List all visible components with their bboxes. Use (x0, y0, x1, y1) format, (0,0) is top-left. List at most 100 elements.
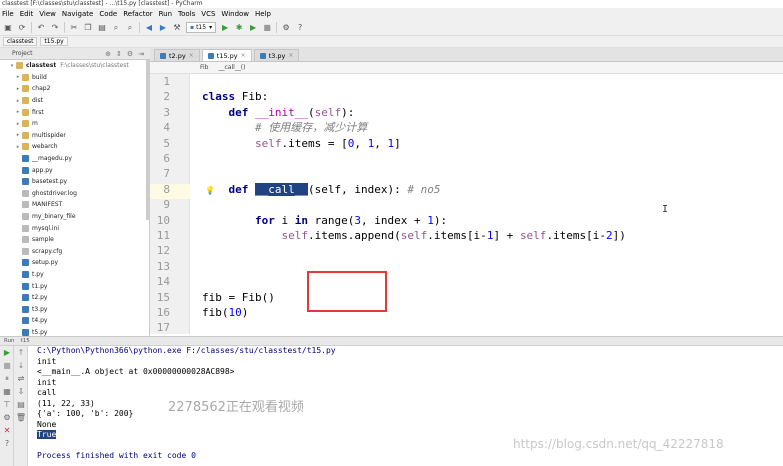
tree-item[interactable]: mysql.ini (0, 222, 149, 234)
menu-view[interactable]: View (39, 10, 56, 18)
back-icon[interactable]: ◀ (144, 23, 154, 33)
replace-icon[interactable]: ⌕ (125, 23, 135, 33)
keyword: for (254, 213, 275, 227)
tree-item[interactable]: app.py (0, 164, 149, 176)
soft-wrap-icon[interactable]: ⇌ (14, 372, 28, 385)
menu-file[interactable]: File (2, 10, 14, 18)
menu-help[interactable]: Help (255, 10, 271, 18)
close-icon[interactable]: ✕ (0, 424, 14, 437)
tree-item-label: t5.py (32, 328, 48, 336)
menu-window[interactable]: Window (221, 10, 249, 18)
project-panel-title[interactable]: Project (12, 50, 33, 57)
tree-item[interactable]: basetest.py (0, 176, 149, 188)
help-icon[interactable]: ? (0, 437, 14, 450)
tree-item[interactable]: t2.py (0, 292, 149, 304)
forward-icon[interactable]: ▶ (158, 23, 168, 33)
tab-t2-py[interactable]: t2.py × (154, 49, 200, 61)
breadcrumb-file[interactable]: t15.py (40, 37, 68, 46)
save-icon[interactable]: ▣ (3, 23, 13, 33)
close-icon[interactable]: × (189, 52, 194, 59)
print-icon[interactable]: ▤ (14, 398, 28, 411)
line-number: 6 (163, 152, 170, 165)
tab-t3-py[interactable]: t3.py × (253, 49, 300, 61)
tree-item[interactable]: ▸ m (0, 118, 149, 130)
stop-icon[interactable]: ■ (262, 23, 272, 33)
gear-icon[interactable]: ⚙ (127, 50, 133, 58)
tree-item[interactable]: ghostdriver.log (0, 188, 149, 200)
close-icon[interactable]: × (288, 52, 293, 59)
chevron-right-icon[interactable]: ▸ (14, 86, 22, 92)
cut-icon[interactable]: ✂ (69, 23, 79, 33)
chevron-right-icon[interactable]: ▸ (14, 74, 22, 80)
menu-vcs[interactable]: VCS (201, 10, 215, 18)
tree-item[interactable]: ▸ webarch (0, 141, 149, 153)
rerun-icon[interactable]: ▶ (0, 346, 14, 359)
chevron-right-icon[interactable]: ▸ (14, 121, 22, 127)
coverage-icon[interactable]: ▶ (248, 23, 258, 33)
find-icon[interactable]: ⌕ (111, 23, 121, 33)
hide-icon[interactable]: ⇥ (138, 50, 144, 58)
menu-code[interactable]: Code (99, 10, 117, 18)
settings-icon[interactable]: ⚙ (0, 411, 14, 424)
tree-item[interactable]: sample (0, 234, 149, 246)
menu-edit[interactable]: Edit (20, 10, 34, 18)
run-panel-title[interactable]: Run (4, 338, 15, 344)
help-icon[interactable]: ? (295, 23, 305, 33)
tree-item[interactable]: setup.py (0, 257, 149, 269)
breadcrumb-method[interactable]: __call__() (219, 64, 246, 71)
breadcrumb-project[interactable]: classtest (3, 37, 38, 46)
build-icon[interactable]: ⚒ (172, 23, 182, 33)
code-editor[interactable]: class Fib: def __init__(self): # 使用缓存，减少… (190, 74, 783, 334)
debug-icon[interactable]: ✱ (234, 23, 244, 33)
menu-run[interactable]: Run (159, 10, 172, 18)
undo-icon[interactable]: ↶ (36, 23, 46, 33)
tree-item[interactable]: MANIFEST (0, 199, 149, 211)
redo-icon[interactable]: ↷ (50, 23, 60, 33)
tree-item[interactable]: scrapy.cfg (0, 246, 149, 258)
tree-item[interactable]: __magedu.py (0, 153, 149, 165)
tab-t15-py[interactable]: t15.py × (201, 49, 252, 61)
tree-item[interactable]: ▸ first (0, 106, 149, 118)
target-icon[interactable]: ⊕ (105, 50, 111, 58)
run-panel-config[interactable]: t15 (21, 338, 30, 344)
run-config-selector[interactable]: ▪ t15 ▾ (186, 22, 217, 33)
clear-icon[interactable]: 🗑 (14, 411, 28, 424)
paste-icon[interactable]: ▤ (97, 23, 107, 33)
pause-icon[interactable]: ⏸ (0, 372, 14, 385)
chevron-right-icon[interactable]: ▸ (14, 144, 22, 150)
close-icon[interactable]: × (241, 52, 246, 59)
stop-icon[interactable]: ■ (0, 359, 14, 372)
lightbulb-icon[interactable]: 💡 (205, 186, 215, 195)
menu-navigate[interactable]: Navigate (62, 10, 93, 18)
copy-icon[interactable]: ❐ (83, 23, 93, 33)
tree-item[interactable]: t.py (0, 269, 149, 281)
tree-item[interactable]: ▸ build (0, 72, 149, 84)
tree-item[interactable]: t1.py (0, 280, 149, 292)
tree-item[interactable]: t3.py (0, 303, 149, 315)
tree-item[interactable]: ▸ multispider (0, 130, 149, 142)
scroll-up-icon[interactable]: ↑ (14, 346, 28, 359)
tree-item[interactable]: ▸ chap2 (0, 83, 149, 95)
restore-layout-icon[interactable]: ▦ (0, 385, 14, 398)
collapse-icon[interactable]: ⇕ (116, 50, 122, 58)
tree-item[interactable]: my_binary_file (0, 211, 149, 223)
tree-root[interactable]: ▾ classtest F:\classes\stu\classtest (0, 60, 149, 72)
chevron-down-icon[interactable]: ▾ (8, 63, 16, 69)
chevron-right-icon[interactable]: ▸ (14, 132, 22, 138)
tree-item-label: dist (32, 97, 43, 105)
tree-item[interactable]: t4.py (0, 315, 149, 327)
chevron-right-icon[interactable]: ▸ (14, 98, 22, 104)
menu-refactor[interactable]: Refactor (123, 10, 152, 18)
menu-tools[interactable]: Tools (178, 10, 195, 18)
breadcrumb-class[interactable]: Fib (200, 64, 209, 71)
settings-icon[interactable]: ⚙ (281, 23, 291, 33)
run-icon[interactable]: ▶ (220, 23, 230, 33)
tree-item[interactable]: t5.py (0, 327, 149, 336)
scroll-down-icon[interactable]: ↓ (14, 359, 28, 372)
sync-icon[interactable]: ⟳ (17, 23, 27, 33)
scroll-to-end-icon[interactable]: ⇩ (14, 385, 28, 398)
tree-item-label: t4.py (32, 317, 48, 325)
tree-item[interactable]: ▸ dist (0, 95, 149, 107)
pin-icon[interactable]: ⊤ (0, 398, 14, 411)
chevron-right-icon[interactable]: ▸ (14, 109, 22, 115)
